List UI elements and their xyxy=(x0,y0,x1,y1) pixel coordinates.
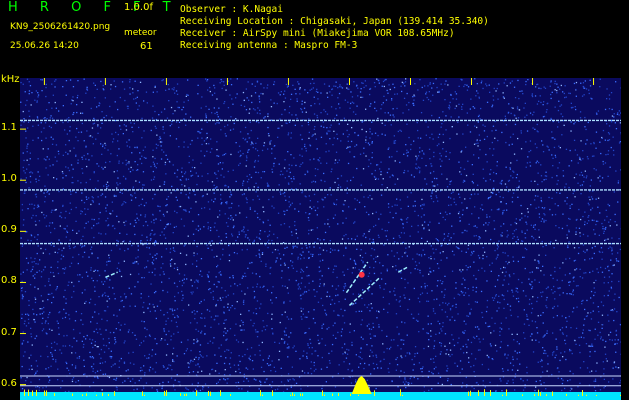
y-tick-label: 1.0 xyxy=(1,173,17,185)
y-axis-unit: kHz xyxy=(1,74,20,85)
noise-spike xyxy=(350,393,351,396)
spectrogram-canvas xyxy=(20,78,621,400)
noise-spike xyxy=(586,394,587,396)
noise-spike xyxy=(114,391,115,396)
noise-spike xyxy=(180,393,181,396)
noise-spike xyxy=(144,394,145,396)
noise-spike xyxy=(322,390,323,396)
app-title: H R O F F T xyxy=(8,0,180,15)
noise-spike xyxy=(578,394,579,396)
noise-spike xyxy=(292,392,293,396)
noise-spike xyxy=(230,394,231,396)
y-tick-label: 1.1 xyxy=(1,122,17,134)
noise-spike xyxy=(538,389,539,396)
noise-spike xyxy=(294,394,295,396)
meteor-label: meteor xyxy=(124,28,157,38)
location-line: Receiving Location : Chigasaki, Japan (1… xyxy=(180,16,489,27)
noise-spike xyxy=(262,394,263,396)
receiver-line: Receiver : AirSpy mini (Miakejima VOR 10… xyxy=(180,28,455,39)
noise-spike xyxy=(332,393,333,396)
noise-spike xyxy=(24,389,25,396)
noise-spike xyxy=(540,392,541,396)
noise-spike xyxy=(272,390,273,396)
noise-spike xyxy=(54,393,55,396)
noise-spike xyxy=(490,390,491,396)
noise-layer xyxy=(20,78,621,400)
noise-spike xyxy=(184,394,185,396)
noise-spike xyxy=(142,391,143,396)
noise-spike xyxy=(468,391,469,396)
noise-spike xyxy=(502,394,503,396)
noise-spike xyxy=(566,393,567,396)
noise-spike xyxy=(208,390,209,396)
noise-spike xyxy=(484,389,485,396)
noise-spike xyxy=(300,393,301,396)
noise-spike xyxy=(72,393,73,396)
observer-line: Observer : K.Nagai xyxy=(180,4,283,15)
meteor-echo xyxy=(397,266,408,273)
spectrogram-plot xyxy=(20,78,621,400)
meteor-echo xyxy=(345,261,369,294)
meteor-head xyxy=(358,271,365,278)
noise-spike xyxy=(82,394,83,396)
noise-spike xyxy=(534,394,535,396)
noise-spike xyxy=(358,394,359,396)
noise-spike xyxy=(506,389,507,396)
noise-spike xyxy=(196,390,197,396)
noise-spike xyxy=(290,394,291,396)
y-tick-label: 0.9 xyxy=(1,224,17,236)
noise-spike xyxy=(220,390,221,396)
noise-spike xyxy=(102,392,103,396)
noise-spike xyxy=(522,394,523,396)
noise-spike xyxy=(186,393,187,396)
noise-spike xyxy=(164,390,165,396)
antenna-line: Receiving antenna : Maspro FM-3 xyxy=(180,40,358,51)
noise-spike xyxy=(86,393,87,396)
noise-spike xyxy=(36,389,37,396)
noise-spike xyxy=(582,390,583,396)
y-tick-label: 0.8 xyxy=(1,275,17,287)
noise-spike xyxy=(96,394,97,396)
noise-spike xyxy=(28,389,29,396)
noise-spike xyxy=(166,390,167,396)
noise-spike xyxy=(210,391,211,396)
noise-spike xyxy=(302,393,303,396)
file-name: KN9_2506261420.png xyxy=(10,22,111,32)
noise-spike xyxy=(260,390,261,396)
noise-spike xyxy=(400,389,401,396)
noise-spike xyxy=(478,390,479,396)
header-panel: H R O F F T 1.0.0f KN9_2506261420.png me… xyxy=(0,0,629,75)
noise-spike xyxy=(596,394,597,396)
y-tick-label: 0.6 xyxy=(1,377,17,389)
y-tick-label: 0.7 xyxy=(1,326,17,338)
noise-spike xyxy=(552,391,553,396)
noise-spike xyxy=(108,394,109,396)
noise-spike xyxy=(324,394,325,396)
noise-spike xyxy=(44,390,45,396)
noise-spike xyxy=(32,390,33,396)
noise-spike xyxy=(470,390,471,396)
baseline-band xyxy=(20,392,621,400)
noise-spike xyxy=(46,390,47,396)
noise-spike xyxy=(402,394,403,396)
date-time: 25.06.26 14:20 xyxy=(10,41,79,51)
noise-spike xyxy=(338,393,339,396)
noise-spike xyxy=(374,390,375,396)
noise-spike xyxy=(546,394,547,396)
version-label: 1.0.0f xyxy=(124,2,153,13)
right-margin xyxy=(621,78,629,400)
meteor-count: 61 xyxy=(140,41,153,52)
meteor-echo xyxy=(105,271,118,279)
